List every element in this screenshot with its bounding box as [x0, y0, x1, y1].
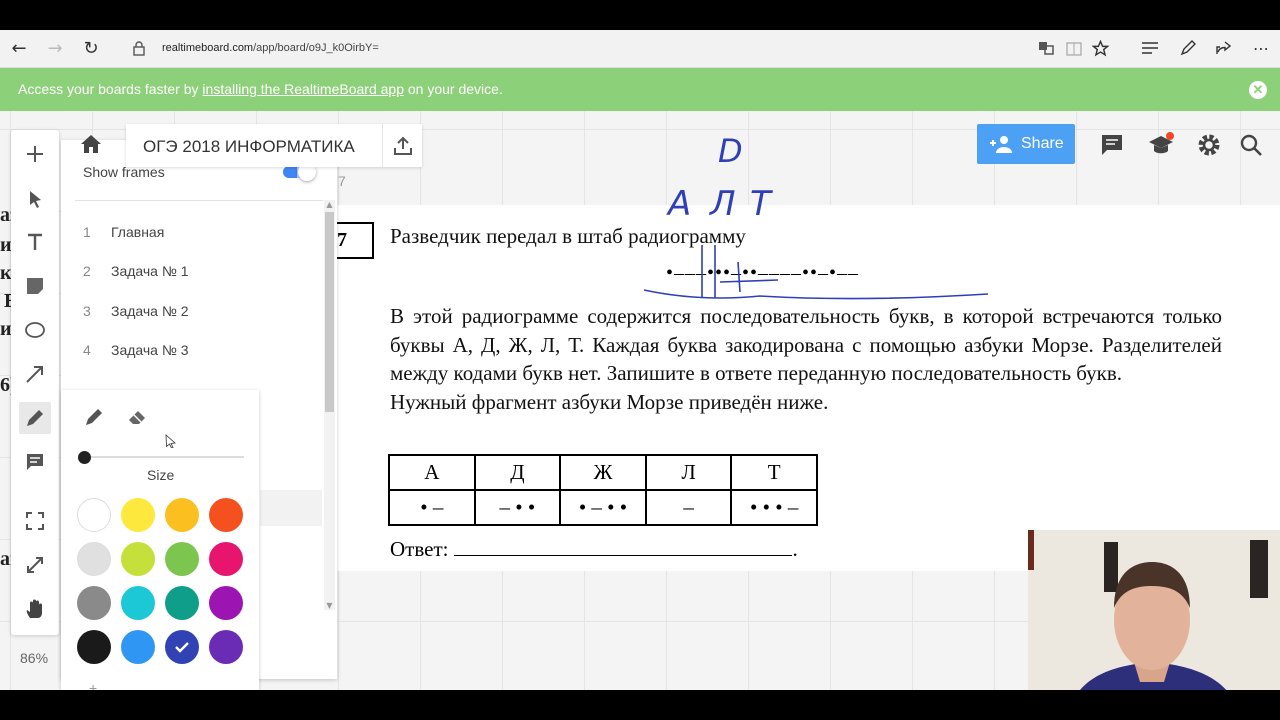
mouse-cursor [165, 434, 176, 448]
frame-hint: 7 [338, 173, 346, 189]
handwritten-letter: А [666, 184, 691, 224]
frame-list-item[interactable] [260, 490, 322, 526]
forward-icon[interactable]: → [44, 38, 66, 60]
table-cell: Ж [559, 454, 647, 491]
table-row: • – – • • • – • • – • • • – [388, 489, 818, 526]
board-title[interactable]: ОГЭ 2018 ИНФОРМАТИКА [143, 137, 355, 157]
handwritten-annotation: D А Л Т [643, 132, 989, 300]
color-swatch[interactable] [165, 542, 199, 576]
color-swatch[interactable] [77, 630, 111, 664]
share-browser-icon[interactable] [1215, 40, 1232, 56]
board-title-bar[interactable]: ОГЭ 2018 ИНФОРМАТИКА [126, 124, 422, 167]
task-paragraph: В этой радиограмме содержится последоват… [390, 304, 1222, 414]
color-swatch[interactable] [165, 586, 199, 620]
handwritten-letter: D [718, 132, 743, 170]
browser-toolbar: ← → ↻ realtimeboard.com/app/board/o9J_k0… [0, 30, 1280, 68]
color-swatch[interactable] [209, 498, 243, 532]
frame-list-item[interactable]: 4 Задача № 3 [83, 342, 189, 358]
handwritten-letter: Л [708, 184, 736, 224]
export-upload-icon[interactable] [382, 124, 422, 167]
frame-list-item[interactable]: 3 Задача № 2 [83, 303, 189, 319]
learning-cap-icon[interactable] [1148, 132, 1174, 158]
color-swatch[interactable] [165, 498, 199, 532]
color-swatch[interactable] [121, 542, 155, 576]
fullscreen-icon[interactable] [19, 549, 51, 581]
color-swatch[interactable] [121, 630, 155, 664]
handwritten-letter: Т [750, 184, 773, 224]
table-cell: Д [473, 454, 562, 491]
hub-icon[interactable] [1142, 41, 1158, 55]
add-person-icon [990, 136, 1012, 153]
color-swatch[interactable] [121, 498, 155, 532]
checkmark-icon [175, 642, 189, 653]
frames-scrollbar[interactable]: ▲ ▼ [324, 200, 335, 610]
color-swatch[interactable] [77, 586, 111, 620]
task-number-box: 7 [337, 222, 374, 259]
top-black-bar [0, 0, 1280, 30]
color-swatch[interactable] [209, 586, 243, 620]
refresh-icon[interactable]: ↻ [80, 38, 102, 60]
add-icon[interactable] [19, 138, 51, 170]
color-swatch[interactable] [77, 498, 111, 532]
table-cell: • • • – [730, 489, 818, 526]
install-app-link[interactable]: installing the RealtimeBoard app [202, 81, 404, 97]
translate-icon[interactable] [1038, 40, 1054, 56]
color-swatch[interactable] [209, 542, 243, 576]
banner-message: Access your boards faster by installing … [18, 81, 503, 97]
frame-icon[interactable] [19, 505, 51, 537]
pen-options-popup: Size + [61, 390, 259, 696]
select-pointer-icon[interactable] [19, 183, 51, 215]
size-slider-handle[interactable] [78, 451, 91, 464]
search-icon[interactable] [1238, 132, 1264, 158]
table-row: А Д Ж Л Т [388, 454, 818, 491]
eraser-icon[interactable] [126, 406, 150, 428]
chat-icon[interactable] [1099, 132, 1125, 158]
pen-icon[interactable] [19, 402, 51, 434]
size-slider[interactable] [84, 456, 244, 458]
morse-code-table: А Д Ж Л Т • – – • • • – • • – • • • – [388, 454, 818, 526]
table-cell: – [644, 489, 733, 526]
reading-view-icon[interactable] [1066, 41, 1082, 57]
table-cell: • – [388, 489, 476, 526]
lock-icon [133, 41, 145, 56]
answer-line: Ответ:. [390, 537, 798, 561]
bottom-black-bar [0, 690, 1280, 720]
pen-mode-icon[interactable] [83, 406, 105, 428]
color-swatch[interactable] [121, 586, 155, 620]
size-label: Size [147, 467, 175, 483]
table-cell: Т [730, 454, 818, 491]
text-tool-icon[interactable] [19, 226, 51, 258]
comment-icon[interactable] [19, 446, 51, 478]
table-cell: – • • [473, 489, 562, 526]
favorite-star-icon[interactable] [1092, 40, 1109, 57]
banner-close-icon[interactable]: ✕ [1249, 81, 1267, 99]
sticky-note-icon[interactable] [19, 270, 51, 302]
hand-pan-icon[interactable] [19, 593, 51, 625]
color-swatch[interactable] [165, 630, 199, 664]
install-app-banner: Access your boards faster by installing … [0, 68, 1280, 111]
table-cell: Л [644, 454, 733, 491]
home-icon[interactable] [78, 131, 104, 157]
more-icon[interactable]: ⋯ [1250, 38, 1272, 60]
table-cell: А [388, 454, 476, 491]
web-note-icon[interactable] [1180, 40, 1196, 56]
table-cell: • – • • [559, 489, 647, 526]
back-icon[interactable]: ← [8, 38, 30, 60]
share-button[interactable]: Share [977, 124, 1075, 164]
zoom-level[interactable]: 86% [20, 650, 48, 666]
frame-list-item[interactable]: 2 Задача № 1 [83, 263, 189, 279]
color-swatch[interactable] [209, 630, 243, 664]
settings-gear-icon[interactable] [1196, 132, 1222, 158]
arrow-line-icon[interactable] [19, 358, 51, 390]
frame-list-item[interactable]: 1 Главная [83, 224, 164, 240]
color-swatch[interactable] [77, 542, 111, 576]
address-bar[interactable]: realtimeboard.com/app/board/o9J_k0OirbY= [162, 42, 379, 54]
shape-circle-icon[interactable] [19, 314, 51, 346]
left-toolbar [11, 130, 59, 635]
